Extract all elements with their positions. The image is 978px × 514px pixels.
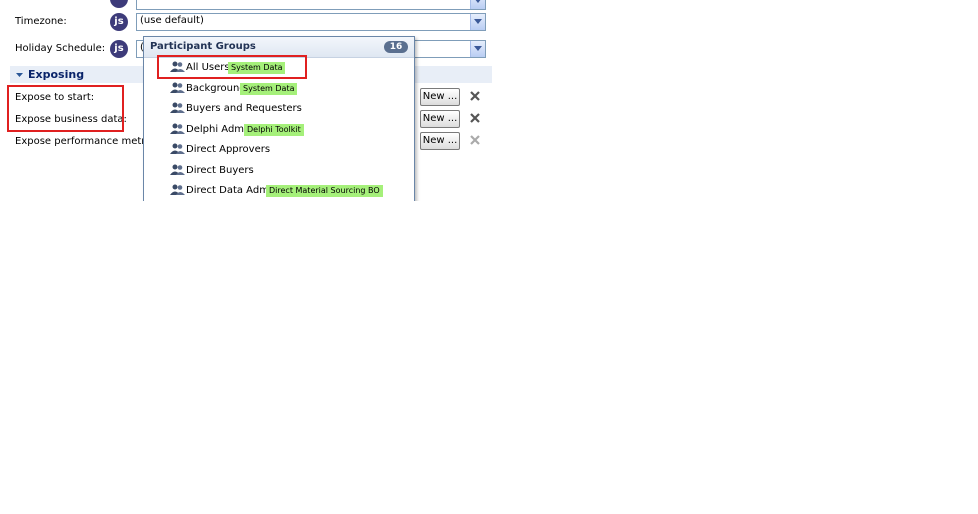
delete-x-icon-disabled[interactable] <box>469 134 481 146</box>
properties-panel: Timezone: js (use default) Holiday Sched… <box>0 0 492 201</box>
delete-x-icon[interactable] <box>469 90 481 102</box>
group-tag: System Data <box>240 83 298 95</box>
timezone-select[interactable]: (use default) <box>136 13 486 31</box>
holiday-js-badge[interactable]: js <box>110 40 128 58</box>
popup-title: Participant Groups <box>150 41 256 52</box>
highlight-box-labels <box>7 85 124 132</box>
group-icon <box>170 184 185 195</box>
expose-start-new-button[interactable]: New ... <box>420 88 460 106</box>
group-icon <box>170 82 185 93</box>
dropdown-arrow-icon[interactable] <box>470 0 485 9</box>
group-tag: Direct Material Sourcing BO <box>266 185 383 197</box>
timezone-js-badge[interactable]: js <box>110 13 128 31</box>
group-name: Direct Buyers <box>186 165 254 176</box>
expose-performance-metrics-label: Expose performance metrics: <box>15 136 163 147</box>
participant-groups-popup[interactable]: Participant Groups 16 All Users System D… <box>143 36 415 201</box>
expose-metrics-new-button[interactable]: New ... <box>420 132 460 150</box>
group-icon <box>170 164 185 175</box>
group-name: Buyers and Requesters <box>186 103 302 114</box>
dropdown-arrow-icon[interactable] <box>470 14 485 30</box>
group-name: Background <box>186 83 246 94</box>
highlight-box-all-users <box>157 55 307 79</box>
holiday-schedule-label: Holiday Schedule: <box>15 43 106 54</box>
group-name: Direct Approvers <box>186 144 271 155</box>
group-icon <box>170 143 185 154</box>
group-count-badge: 16 <box>384 41 408 53</box>
expose-data-new-button[interactable]: New ... <box>420 110 460 128</box>
delete-x-icon[interactable] <box>469 112 481 124</box>
dropdown-arrow-icon[interactable] <box>470 41 485 57</box>
top-combo[interactable] <box>136 0 486 10</box>
timezone-label: Timezone: <box>15 16 67 27</box>
js-badge-top[interactable] <box>110 0 128 8</box>
group-name: Direct Data Admin <box>186 185 279 196</box>
exposing-section-title: Exposing <box>28 68 85 81</box>
group-tag: Delphi Toolkit <box>244 124 304 136</box>
timezone-value: (use default) <box>140 15 204 26</box>
group-icon <box>170 123 185 134</box>
group-icon <box>170 102 185 113</box>
collapse-triangle-icon[interactable] <box>16 73 23 77</box>
